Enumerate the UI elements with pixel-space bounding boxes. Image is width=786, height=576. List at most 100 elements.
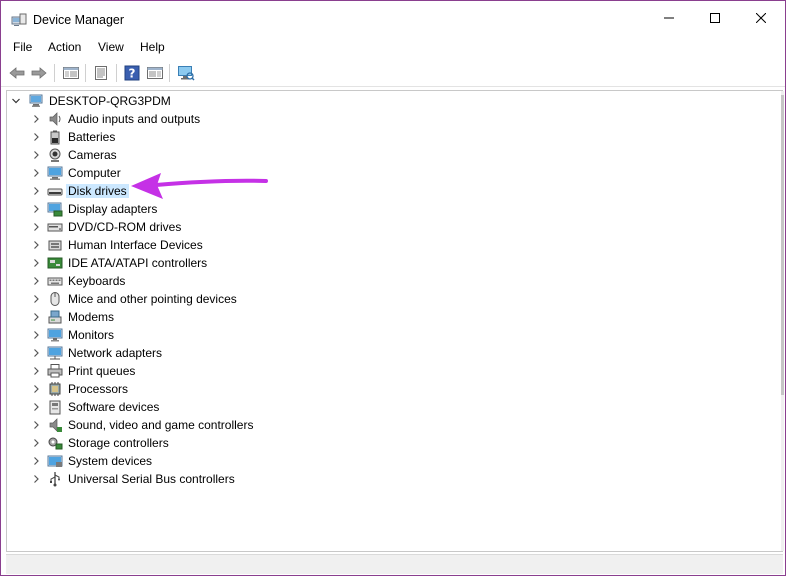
- tree-item[interactable]: Human Interface Devices: [7, 236, 707, 254]
- tree-item[interactable]: Batteries: [7, 128, 707, 146]
- forward-icon: [31, 67, 47, 79]
- ide-controller-icon: [47, 255, 63, 271]
- menu-file[interactable]: File: [13, 40, 32, 54]
- scan-hardware-button[interactable]: [176, 64, 196, 82]
- back-icon: [9, 67, 25, 79]
- device-tree[interactable]: DESKTOP-QRG3PDM Audio inputs and outputs…: [6, 90, 784, 552]
- show-hide-console-tree-icon: [63, 67, 79, 79]
- tree-item[interactable]: Modems: [7, 308, 707, 326]
- tree-item[interactable]: Mice and other pointing devices: [7, 290, 707, 308]
- tree-item[interactable]: IDE ATA/ATAPI controllers: [7, 254, 707, 272]
- chevron-right-icon[interactable]: [31, 222, 41, 232]
- tree-root-row[interactable]: DESKTOP-QRG3PDM: [7, 92, 707, 110]
- tree-root-label: DESKTOP-QRG3PDM: [49, 94, 171, 108]
- chevron-right-icon[interactable]: [31, 294, 41, 304]
- tree-item-label: Universal Serial Bus controllers: [68, 472, 235, 486]
- chevron-right-icon[interactable]: [31, 258, 41, 268]
- camera-icon: [47, 147, 63, 163]
- svg-text:?: ?: [129, 67, 136, 81]
- properties-icon: [95, 66, 107, 80]
- chevron-right-icon[interactable]: [31, 402, 41, 412]
- chevron-right-icon[interactable]: [31, 456, 41, 466]
- maximize-icon: [710, 13, 720, 23]
- chevron-right-icon[interactable]: [31, 168, 41, 178]
- chevron-right-icon[interactable]: [31, 204, 41, 214]
- chevron-right-icon[interactable]: [31, 438, 41, 448]
- show-hide-console-tree-button[interactable]: [61, 64, 81, 82]
- speaker-icon: [47, 111, 63, 127]
- chevron-down-icon[interactable]: [11, 96, 21, 106]
- scan-hardware-icon: [178, 66, 195, 81]
- processor-icon: [47, 381, 63, 397]
- chevron-right-icon[interactable]: [31, 150, 41, 160]
- tree-item[interactable]: Processors: [7, 380, 707, 398]
- tree-item[interactable]: Computer: [7, 164, 707, 182]
- mouse-icon: [47, 291, 63, 307]
- close-button[interactable]: [738, 1, 784, 35]
- chevron-right-icon[interactable]: [31, 384, 41, 394]
- tree-item[interactable]: Cameras: [7, 146, 707, 164]
- tree-item[interactable]: Storage controllers: [7, 434, 707, 452]
- tree-item-label: Storage controllers: [68, 436, 169, 450]
- tree-item[interactable]: Disk drives: [7, 182, 707, 200]
- tree-item[interactable]: Audio inputs and outputs: [7, 110, 707, 128]
- action-pane-button[interactable]: [145, 64, 165, 82]
- title-bar[interactable]: Device Manager: [1, 1, 785, 35]
- tree-item[interactable]: Monitors: [7, 326, 707, 344]
- tree-item[interactable]: Software devices: [7, 398, 707, 416]
- menu-action[interactable]: Action: [48, 40, 81, 54]
- help-icon: ?: [124, 65, 140, 81]
- maximize-button[interactable]: [692, 1, 738, 35]
- tree-item[interactable]: Display adapters: [7, 200, 707, 218]
- chevron-right-icon[interactable]: [31, 312, 41, 322]
- action-pane-icon: [147, 67, 163, 79]
- tree-item-label: IDE ATA/ATAPI controllers: [68, 256, 208, 270]
- tree-item-label: DVD/CD-ROM drives: [68, 220, 182, 234]
- tree-item[interactable]: Print queues: [7, 362, 707, 380]
- menu-bar: File Action View Help: [1, 37, 785, 57]
- chevron-right-icon[interactable]: [31, 420, 41, 430]
- tree-item[interactable]: Keyboards: [7, 272, 707, 290]
- tree-item[interactable]: Universal Serial Bus controllers: [7, 470, 707, 488]
- chevron-right-icon[interactable]: [31, 474, 41, 484]
- forward-button[interactable]: [29, 64, 49, 82]
- usb-icon: [47, 471, 63, 487]
- tree-item-label: Print queues: [68, 364, 136, 378]
- chevron-right-icon[interactable]: [31, 348, 41, 358]
- tree-item-label: System devices: [68, 454, 153, 468]
- back-button[interactable]: [7, 64, 27, 82]
- dvd-drive-icon: [47, 219, 63, 235]
- help-button[interactable]: ?: [122, 64, 142, 82]
- chevron-right-icon[interactable]: [31, 276, 41, 286]
- network-adapter-icon: [47, 345, 63, 361]
- tree-item-label: Cameras: [68, 148, 117, 162]
- display-adapter-icon: [47, 201, 63, 217]
- battery-icon: [47, 129, 63, 145]
- tree-item[interactable]: System devices: [7, 452, 707, 470]
- menu-view[interactable]: View: [98, 40, 124, 54]
- menu-help[interactable]: Help: [140, 40, 165, 54]
- modem-icon: [47, 309, 63, 325]
- system-device-icon: [47, 453, 63, 469]
- tree-item-label: Monitors: [68, 328, 115, 342]
- computer-icon: [47, 165, 63, 181]
- computer-root-icon: [29, 93, 45, 109]
- scrollbar-thumb[interactable]: [781, 95, 784, 395]
- chevron-right-icon[interactable]: [31, 114, 41, 124]
- tree-item-label: Mice and other pointing devices: [68, 292, 237, 306]
- properties-button[interactable]: [91, 64, 111, 82]
- chevron-right-icon[interactable]: [31, 132, 41, 142]
- chevron-right-icon[interactable]: [31, 330, 41, 340]
- tree-item[interactable]: DVD/CD-ROM drives: [7, 218, 707, 236]
- tree-item[interactable]: Network adapters: [7, 344, 707, 362]
- window-title: Device Manager: [33, 13, 125, 27]
- chevron-right-icon[interactable]: [31, 186, 41, 196]
- chevron-right-icon[interactable]: [31, 240, 41, 250]
- tree-item[interactable]: Sound, video and game controllers: [7, 416, 707, 434]
- device-manager-app-icon: [11, 13, 27, 27]
- status-bar: [6, 554, 783, 574]
- minimize-button[interactable]: [646, 1, 692, 35]
- hid-icon: [47, 237, 63, 253]
- chevron-right-icon[interactable]: [31, 366, 41, 376]
- toolbar: ?: [1, 60, 785, 87]
